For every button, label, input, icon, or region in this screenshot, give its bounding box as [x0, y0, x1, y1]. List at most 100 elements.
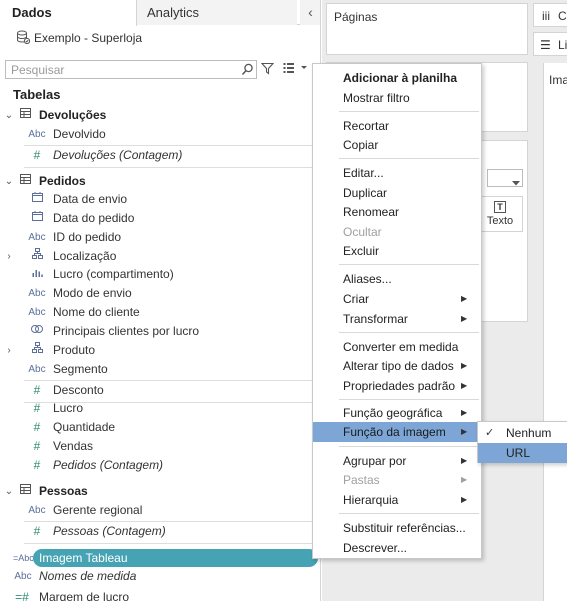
search-row [0, 58, 320, 82]
menu-item-geographic-role[interactable]: Função geográfica ▶ [313, 403, 481, 423]
field-pedidos-contagem[interactable]: # Pedidos (Contagem) [0, 456, 320, 475]
data-source[interactable]: Exemplo - Superloja [16, 30, 142, 46]
menu-item-hide: Ocultar [343, 225, 382, 239]
menu-item-duplicate[interactable]: Duplicar [313, 183, 481, 203]
chevron-right-icon[interactable]: › [4, 247, 14, 266]
table-devolucoes[interactable]: ⌄ Devoluções [0, 106, 320, 125]
field-lucro-compartimento[interactable]: Lucro (compartimento) [0, 265, 320, 284]
collapse-pane-icon[interactable]: ‹ [300, 0, 320, 25]
chevron-right-icon[interactable]: › [4, 341, 14, 360]
text-mark-button[interactable]: T Texto [477, 196, 523, 232]
view-options-icon[interactable] [283, 62, 309, 77]
pages-card-title: Páginas [334, 10, 378, 24]
field-principais-clientes[interactable]: Principais clientes por lucro [0, 322, 320, 341]
menu-item-replace-references[interactable]: Substituir referências... [313, 518, 481, 538]
menu-item-group-by[interactable]: Agrupar por ▶ [313, 451, 481, 471]
field-produto[interactable]: › Produto [0, 341, 320, 360]
field-data-de-envio[interactable]: Data de envio [0, 190, 320, 209]
chevron-down-icon[interactable]: ⌄ [4, 482, 14, 501]
string-type-icon: Abc [14, 571, 32, 582]
columns-shelf[interactable]: iii Co [533, 3, 567, 27]
number-type-icon: # [33, 401, 41, 415]
field-label: Devolvido [53, 127, 106, 141]
rows-shelf[interactable]: ☰ Li [533, 32, 567, 56]
submenu-item-none[interactable]: ✓ Nenhum [478, 423, 567, 443]
menu-item-image-role[interactable]: Função da imagem ▶ [313, 422, 481, 442]
search-box[interactable] [5, 60, 257, 79]
pages-card[interactable]: Páginas [326, 3, 528, 55]
field-label: Data do pedido [53, 211, 135, 225]
sheet-area[interactable]: Ima [543, 63, 567, 601]
checkmark-icon: ✓ [485, 427, 495, 439]
field-pessoas-contagem[interactable]: # Pessoas (Contagem) [0, 521, 320, 544]
field-localizacao[interactable]: › Localização [0, 247, 320, 266]
menu-item-label: Pastas [343, 473, 380, 487]
filter-icon[interactable] [260, 62, 275, 78]
menu-item-rename[interactable]: Renomear [313, 202, 481, 222]
calendar-icon [27, 209, 47, 228]
field-desconto[interactable]: # Desconto [0, 380, 320, 403]
menu-item-convert-to-measure[interactable]: Converter em medida [313, 337, 481, 357]
field-nomes-de-medida[interactable]: Abc Nomes de medida [0, 567, 320, 586]
string-type-icon: Abc [28, 307, 46, 318]
calculated-string-icon: =Abc [13, 553, 34, 563]
tab-data[interactable]: Dados [0, 0, 137, 26]
pane-tabs: Dados Analytics ‹ [0, 0, 320, 26]
tab-analytics[interactable]: Analytics [137, 0, 297, 25]
rows-icon: ☰ [540, 38, 551, 52]
table-label: Pessoas [39, 484, 88, 498]
field-lucro[interactable]: # Lucro [0, 399, 320, 418]
menu-item-label: Propriedades padrão [343, 379, 456, 393]
data-pane: Dados Analytics ‹ Exemplo - Superloja Pe… [0, 0, 321, 601]
menu-item-delete[interactable]: Excluir [313, 241, 481, 261]
number-type-icon: # [33, 383, 41, 397]
field-data-do-pedido[interactable]: Data do pedido [0, 209, 320, 228]
field-modo-de-envio[interactable]: Abc Modo de envio [0, 284, 320, 303]
submenu-item-url[interactable]: URL [478, 443, 567, 463]
string-type-icon: Abc [28, 129, 46, 140]
menu-item-folders: Pastas ▶ [313, 470, 481, 490]
field-id-do-pedido[interactable]: Abc ID do pedido [0, 228, 320, 247]
menu-item-hierarchy[interactable]: Hierarquia ▶ [313, 490, 481, 510]
string-type-icon: Abc [28, 505, 46, 516]
table-icon [15, 482, 35, 501]
chevron-down-icon[interactable] [512, 175, 520, 189]
table-pedidos[interactable]: ⌄ Pedidos [0, 172, 320, 191]
menu-item-aliases[interactable]: Aliases... [313, 269, 481, 289]
menu-item-create[interactable]: Criar ▶ [313, 289, 481, 309]
menu-item-describe[interactable]: Descrever... [313, 538, 481, 558]
field-devolvido[interactable]: Abc Devolvido [0, 125, 320, 144]
rows-shelf-label: Li [558, 38, 567, 52]
field-label: Vendas [53, 439, 94, 453]
field-gerente-regional[interactable]: Abc Gerente regional [0, 501, 320, 520]
menu-item-show-filter[interactable]: Mostrar filtro [313, 88, 481, 108]
field-label: Localização [53, 249, 117, 263]
menu-item-transform[interactable]: Transformar ▶ [313, 309, 481, 329]
field-label: Devoluções (Contagem) [53, 148, 183, 162]
search-icon[interactable] [241, 63, 254, 79]
field-vendas[interactable]: # Vendas [0, 437, 320, 456]
field-segmento[interactable]: Abc Segmento [0, 360, 320, 379]
menu-item-change-data-type[interactable]: Alterar tipo de dados ▶ [313, 356, 481, 376]
field-nome-do-cliente[interactable]: Abc Nome do cliente [0, 303, 320, 322]
selected-field-imagem-tableau[interactable]: Imagem Tableau [33, 549, 318, 567]
menu-separator [339, 264, 479, 265]
field-label: Lucro (compartimento) [53, 267, 174, 281]
field-devolucoes-contagem[interactable]: # Devoluções (Contagem) [0, 145, 320, 168]
menu-item-copy[interactable]: Copiar [313, 135, 481, 155]
chevron-down-icon[interactable]: ⌄ [4, 172, 14, 191]
table-pessoas[interactable]: ⌄ Pessoas [0, 482, 320, 501]
context-menu: Adicionar à planilha Mostrar filtro Reco… [312, 63, 482, 559]
menu-item-cut[interactable]: Recortar [313, 116, 481, 136]
chevron-down-icon[interactable]: ⌄ [4, 106, 14, 125]
field-quantidade[interactable]: # Quantidade [0, 418, 320, 437]
field-label: Modo de envio [53, 286, 132, 300]
field-margem-de-lucro[interactable]: =# Margem de lucro [0, 588, 320, 601]
menu-item-edit[interactable]: Editar... [313, 163, 481, 183]
chevron-right-icon: ▶ [461, 408, 468, 417]
chevron-right-icon: ▶ [461, 294, 468, 303]
search-input[interactable] [6, 61, 236, 78]
chevron-right-icon: ▶ [461, 361, 468, 370]
menu-item-add-to-sheet[interactable]: Adicionar à planilha [313, 68, 481, 88]
menu-item-default-properties[interactable]: Propriedades padrão ▶ [313, 376, 481, 396]
